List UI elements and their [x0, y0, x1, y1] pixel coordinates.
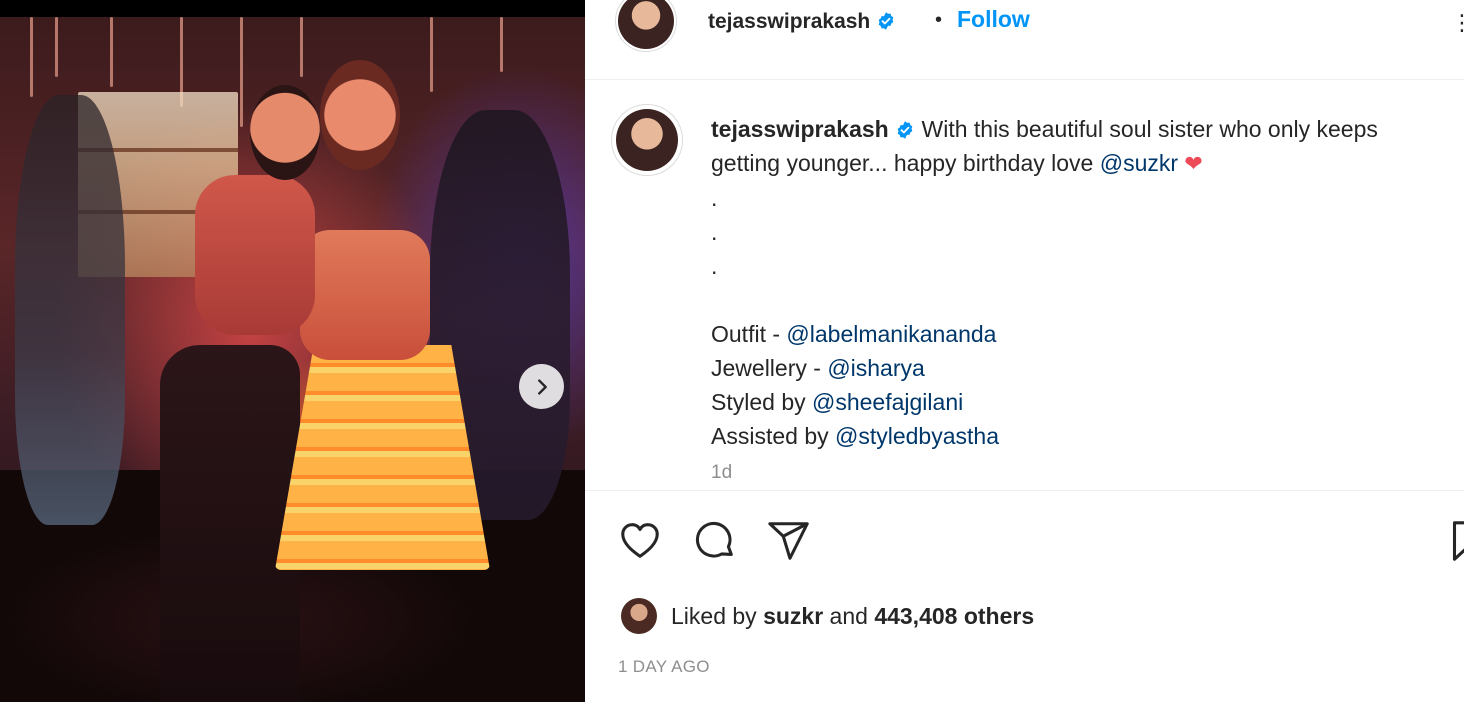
red-heart-emoji: ❤ [1184, 151, 1203, 176]
next-photo-button[interactable] [519, 364, 564, 409]
decor-fringe [240, 17, 243, 127]
likes-text: Liked by suzkr and 443,408 others [671, 603, 1034, 630]
liker-username[interactable]: suzkr [763, 603, 823, 629]
heart-icon [621, 523, 659, 558]
share-icon [768, 522, 809, 560]
credit-label: Outfit - [711, 321, 787, 347]
mention-link[interactable]: @isharya [827, 355, 925, 381]
likes-conjunction: and [829, 602, 868, 629]
comment-icon [695, 521, 733, 558]
likes-prefix: Liked by [671, 602, 757, 629]
caption-line-2: getting younger... happy birthday love @… [711, 146, 1464, 181]
photo-top-bar [0, 0, 585, 17]
header-separator: • [935, 9, 943, 31]
more-options-icon[interactable]: ⋮ [1451, 10, 1464, 36]
post-header: tejasswiprakash • Follow ⋮ [585, 0, 1464, 80]
post-side-panel: tejasswiprakash • Follow ⋮ tejasswipraka… [585, 0, 1464, 702]
caption-avatar[interactable] [616, 109, 678, 171]
mention-link[interactable]: @styledbyastha [835, 423, 999, 449]
verified-badge-icon [878, 12, 894, 30]
post-actions [585, 518, 1464, 564]
subject-torso [195, 175, 315, 335]
post-photo[interactable] [0, 0, 585, 702]
mention-link[interactable]: @sheefajgilani [812, 389, 963, 415]
caption-dot: . [711, 219, 718, 245]
caption-text: getting younger... happy birthday love [711, 150, 1094, 176]
follow-button[interactable]: Follow [957, 6, 1030, 33]
subject-torso [300, 230, 430, 360]
subject-face [320, 60, 400, 170]
like-button[interactable] [617, 518, 663, 564]
caption-line-1: tejasswiprakash With this beautiful soul… [711, 112, 1464, 146]
credit-assisted-by: Assisted by @styledbyastha [711, 419, 1464, 453]
subject-face [250, 85, 320, 180]
subject-dress [160, 345, 300, 702]
decor-fringe [430, 17, 433, 92]
decor-fringe [500, 17, 503, 72]
bookmark-icon [1452, 521, 1464, 561]
post-timestamp[interactable]: 1 DAY AGO [618, 657, 710, 677]
post-caption: tejasswiprakash With this beautiful soul… [711, 112, 1464, 453]
save-button[interactable] [1443, 518, 1464, 564]
decor-fringe [300, 17, 303, 77]
username-text[interactable]: tejasswiprakash [708, 10, 870, 33]
credit-label: Styled by [711, 389, 812, 415]
caption-timestamp[interactable]: 1d [711, 462, 732, 484]
caption-text: With this beautiful soul sister who only… [921, 116, 1378, 142]
chevron-right-icon [537, 378, 547, 395]
background-person [15, 95, 125, 525]
header-username[interactable]: tejasswiprakash [708, 10, 896, 34]
credit-outfit: Outfit - @labelmanikananda [711, 317, 1464, 351]
comment-button[interactable] [692, 518, 738, 564]
likes-row[interactable]: Liked by suzkr and 443,408 others [621, 597, 1034, 635]
caption-dot: . [711, 185, 718, 211]
decor-fringe [55, 17, 58, 77]
credit-jewellery: Jewellery - @isharya [711, 351, 1464, 385]
caption-username[interactable]: tejasswiprakash [711, 116, 889, 142]
mention-link[interactable]: @labelmanikananda [786, 321, 996, 347]
likes-count[interactable]: 443,408 others [874, 603, 1034, 629]
credit-label: Jewellery - [711, 355, 828, 381]
caption-dot: . [711, 253, 718, 279]
mention-link[interactable]: @suzkr [1100, 150, 1178, 176]
decor-fringe [30, 17, 33, 97]
credit-styled-by: Styled by @sheefajgilani [711, 385, 1464, 419]
credit-label: Assisted by [711, 423, 835, 449]
section-divider [585, 490, 1464, 491]
verified-badge-icon [897, 121, 913, 139]
liker-avatar[interactable] [621, 598, 657, 634]
decor-fringe [110, 17, 113, 87]
share-button[interactable] [766, 518, 812, 564]
